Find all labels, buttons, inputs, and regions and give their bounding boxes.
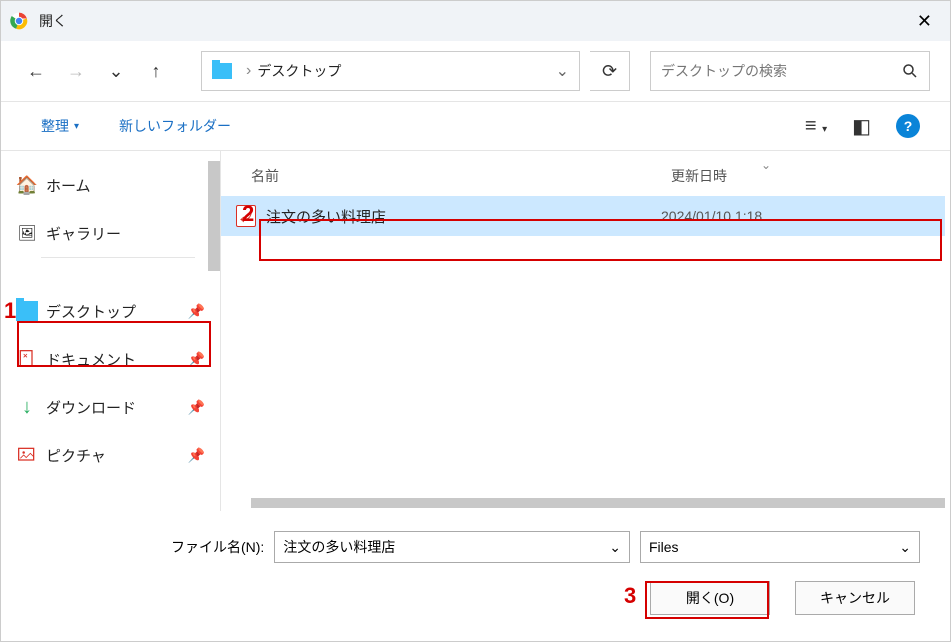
new-folder-button[interactable]: 新しいフォルダー	[119, 116, 231, 136]
back-button[interactable]: ←	[21, 56, 51, 86]
sort-indicator-icon: ⌄	[761, 158, 771, 172]
sidebar: ホーム 🖼 ギャラリー デスクトップ 📌 ドキュメント 📌 ↓ ダウンロード 📌…	[1, 151, 221, 511]
filename-value: 注文の多い料理店	[283, 537, 395, 557]
search-box[interactable]	[650, 51, 930, 91]
sidebar-item-home[interactable]: ホーム	[1, 161, 220, 209]
folder-icon	[212, 63, 232, 79]
titlebar: 開く ✕	[1, 1, 950, 41]
desktop-icon	[16, 301, 38, 321]
search-icon[interactable]	[901, 62, 919, 80]
forward-button[interactable]: →	[61, 56, 91, 86]
organize-label: 整理	[41, 116, 69, 136]
home-icon	[16, 175, 38, 195]
column-date[interactable]: 更新日時 ⌄	[671, 166, 821, 186]
up-button[interactable]: ↑	[141, 56, 171, 86]
annotation-2: 2	[242, 201, 254, 227]
pictures-icon	[16, 445, 38, 465]
toolbar: 整理 ▾ 新しいフォルダー ≡ ▾ ◧ ?	[1, 101, 950, 151]
filetype-value: Files	[649, 539, 679, 555]
cancel-button[interactable]: キャンセル	[795, 581, 915, 615]
view-menu-icon[interactable]: ≡ ▾	[805, 115, 827, 138]
column-name[interactable]: 名前	[251, 166, 671, 186]
sidebar-label-gallery: ギャラリー	[46, 223, 121, 244]
file-row[interactable]: 注文の多い料理店 2024/01/10 1:18	[221, 196, 945, 236]
pin-icon: 📌	[188, 399, 205, 416]
preview-pane-icon[interactable]: ◧	[852, 114, 871, 139]
footer: ファイル名(N): 注文の多い料理店 ⌄ Files ⌄ 開く(O) キャンセル	[1, 511, 950, 635]
filename-label: ファイル名(N):	[171, 537, 264, 557]
help-button[interactable]: ?	[896, 114, 920, 138]
chevron-down-icon[interactable]: ⌄	[556, 61, 569, 81]
annotation-1: 1	[4, 298, 16, 324]
horizontal-scrollbar[interactable]	[251, 498, 945, 508]
sidebar-item-downloads[interactable]: ↓ ダウンロード 📌	[1, 383, 220, 431]
documents-icon	[16, 349, 38, 369]
column-headers: 名前 更新日時 ⌄	[221, 151, 950, 196]
sidebar-label-home: ホーム	[46, 175, 91, 196]
caret-down-icon: ▾	[74, 121, 79, 132]
close-icon[interactable]: ✕	[907, 7, 942, 36]
chrome-icon	[9, 11, 29, 31]
pin-icon: 📌	[188, 303, 205, 320]
file-name: 注文の多い料理店	[266, 206, 386, 227]
recent-button[interactable]: ⌄	[101, 56, 131, 86]
organize-menu[interactable]: 整理 ▾	[41, 116, 79, 136]
chevron-down-icon[interactable]: ⌄	[899, 539, 911, 556]
filetype-select[interactable]: Files ⌄	[640, 531, 920, 563]
annotation-3: 3	[624, 583, 636, 609]
filename-input[interactable]: 注文の多い料理店 ⌄	[274, 531, 630, 563]
sidebar-divider	[41, 257, 195, 287]
sidebar-label-desktop: デスクトップ	[46, 301, 136, 322]
dialog-title: 開く	[39, 11, 67, 31]
pin-icon: 📌	[188, 351, 205, 368]
sidebar-label-documents: ドキュメント	[46, 349, 136, 370]
crumb-separator: ›	[246, 62, 251, 80]
sidebar-item-desktop[interactable]: デスクトップ 📌	[1, 287, 220, 335]
file-list: 名前 更新日時 ⌄ 注文の多い料理店 2024/01/10 1:18	[221, 151, 950, 511]
refresh-button[interactable]: ⟳	[590, 51, 630, 91]
file-date: 2024/01/10 1:18	[661, 208, 762, 224]
breadcrumb-path[interactable]: デスクトップ	[257, 61, 341, 81]
sidebar-item-pictures[interactable]: ピクチャ 📌	[1, 431, 220, 479]
sidebar-item-documents[interactable]: ドキュメント 📌	[1, 335, 220, 383]
address-bar[interactable]: › デスクトップ ⌄	[201, 51, 580, 91]
nav-row: ← → ⌄ ↑ › デスクトップ ⌄ ⟳	[1, 41, 950, 101]
sidebar-label-pictures: ピクチャ	[46, 445, 106, 466]
sidebar-item-gallery[interactable]: 🖼 ギャラリー	[1, 209, 220, 257]
downloads-icon: ↓	[16, 397, 38, 417]
gallery-icon: 🖼	[16, 223, 38, 243]
sidebar-label-downloads: ダウンロード	[46, 397, 136, 418]
pin-icon: 📌	[188, 447, 205, 464]
chevron-down-icon[interactable]: ⌄	[609, 539, 621, 556]
open-button[interactable]: 開く(O)	[650, 581, 770, 615]
search-input[interactable]	[661, 63, 901, 79]
